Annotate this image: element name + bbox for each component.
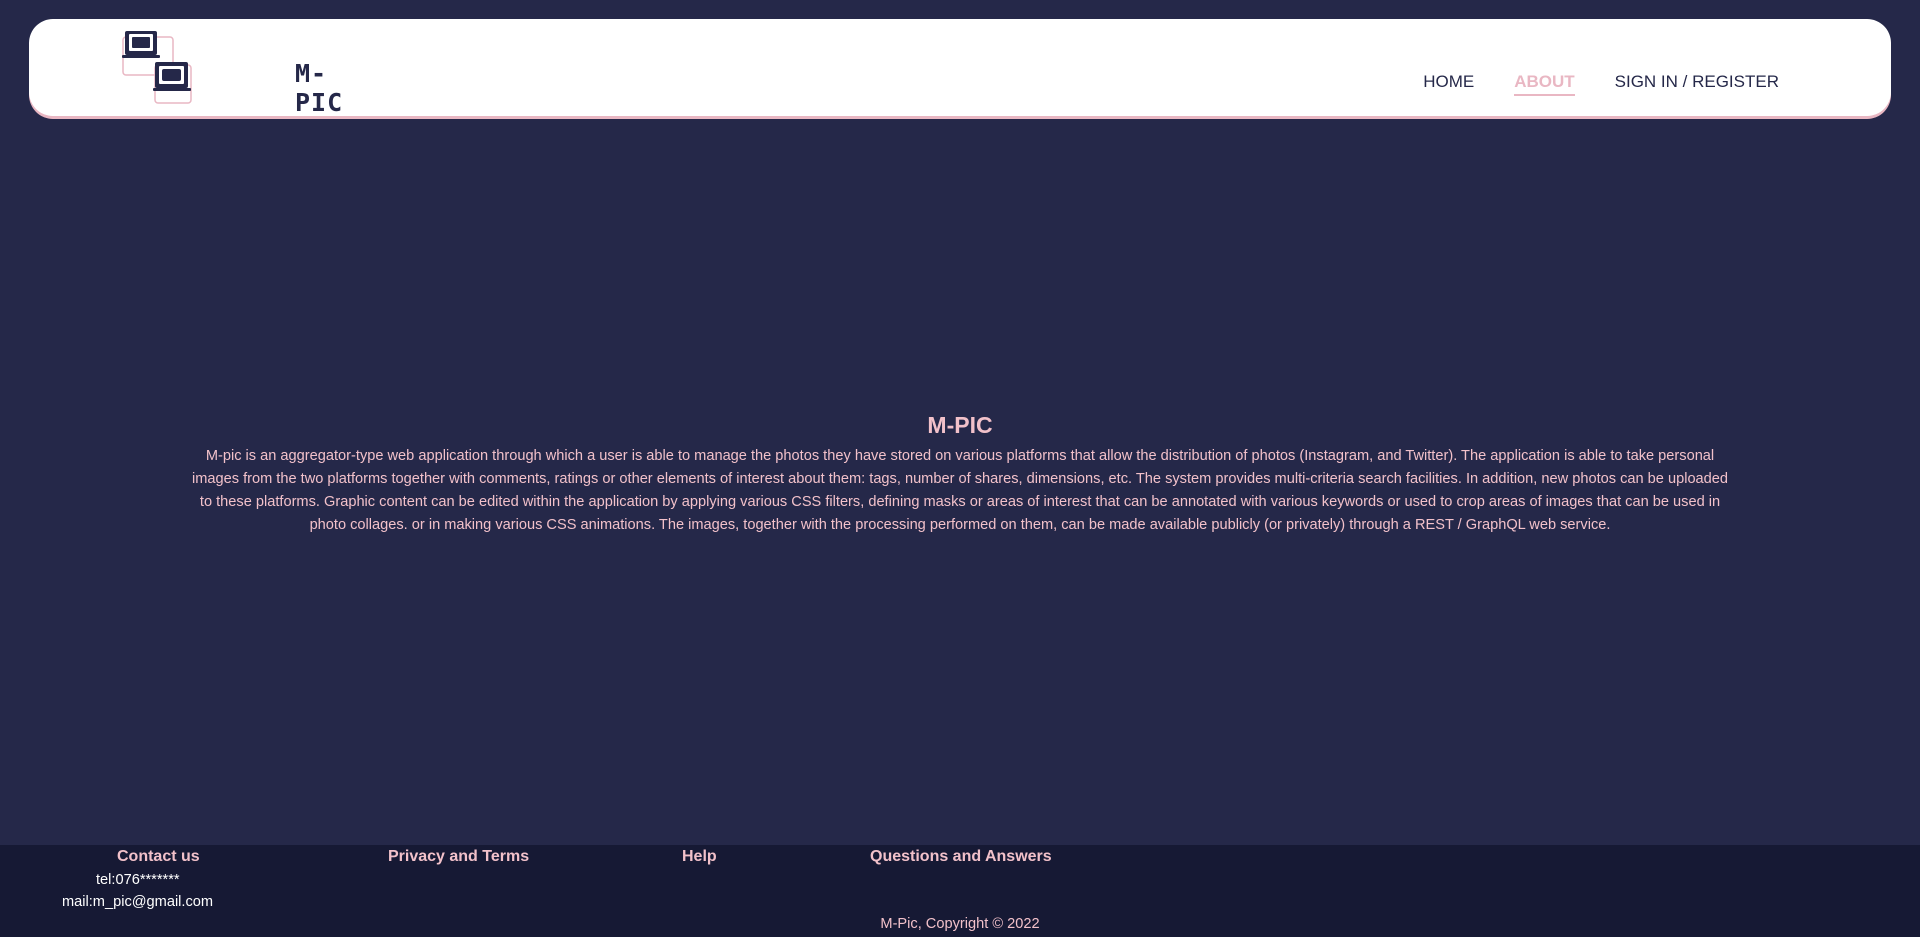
nav-about-link[interactable]: ABOUT — [1514, 72, 1576, 96]
footer-qa-column: Questions and Answers — [870, 848, 1052, 866]
nav-sign-in-register-link[interactable]: SIGN IN / REGISTER — [1615, 72, 1779, 92]
footer-help-column: Help — [682, 848, 717, 866]
site-footer: Contact us tel:076******* mail:m_pic@gma… — [0, 845, 1920, 937]
footer-privacy-column: Privacy and Terms — [388, 848, 529, 866]
page: M-PIC HOME ABOUT SIGN IN / REGISTER M-PI… — [0, 0, 1920, 937]
about-description: M-pic is an aggregator-type web applicat… — [191, 448, 1729, 533]
contact-phone: tel:076******* — [62, 869, 213, 891]
contact-us-heading[interactable]: Contact us — [117, 848, 200, 865]
about-title: M-PIC — [927, 412, 993, 438]
about-section: M-PIC M-pic is an aggregator-type web ap… — [0, 412, 1920, 537]
questions-answers-link[interactable]: Questions and Answers — [870, 848, 1052, 865]
contact-email: mail:m_pic@gmail.com — [62, 891, 213, 913]
footer-contact-column: Contact us — [117, 848, 200, 866]
logo-laptops-icon — [122, 31, 192, 104]
privacy-terms-link[interactable]: Privacy and Terms — [388, 848, 529, 865]
help-link[interactable]: Help — [682, 848, 717, 865]
site-header: M-PIC HOME ABOUT SIGN IN / REGISTER — [29, 19, 1891, 117]
logo-text: M-PIC — [295, 59, 344, 117]
copyright-text: M-Pic, Copyright © 2022 — [880, 916, 1040, 932]
contact-list: tel:076******* mail:m_pic@gmail.com — [62, 869, 213, 913]
logo[interactable]: M-PIC — [121, 29, 342, 117]
main-nav: HOME ABOUT SIGN IN / REGISTER — [1423, 72, 1779, 96]
nav-home-link[interactable]: HOME — [1423, 72, 1474, 92]
